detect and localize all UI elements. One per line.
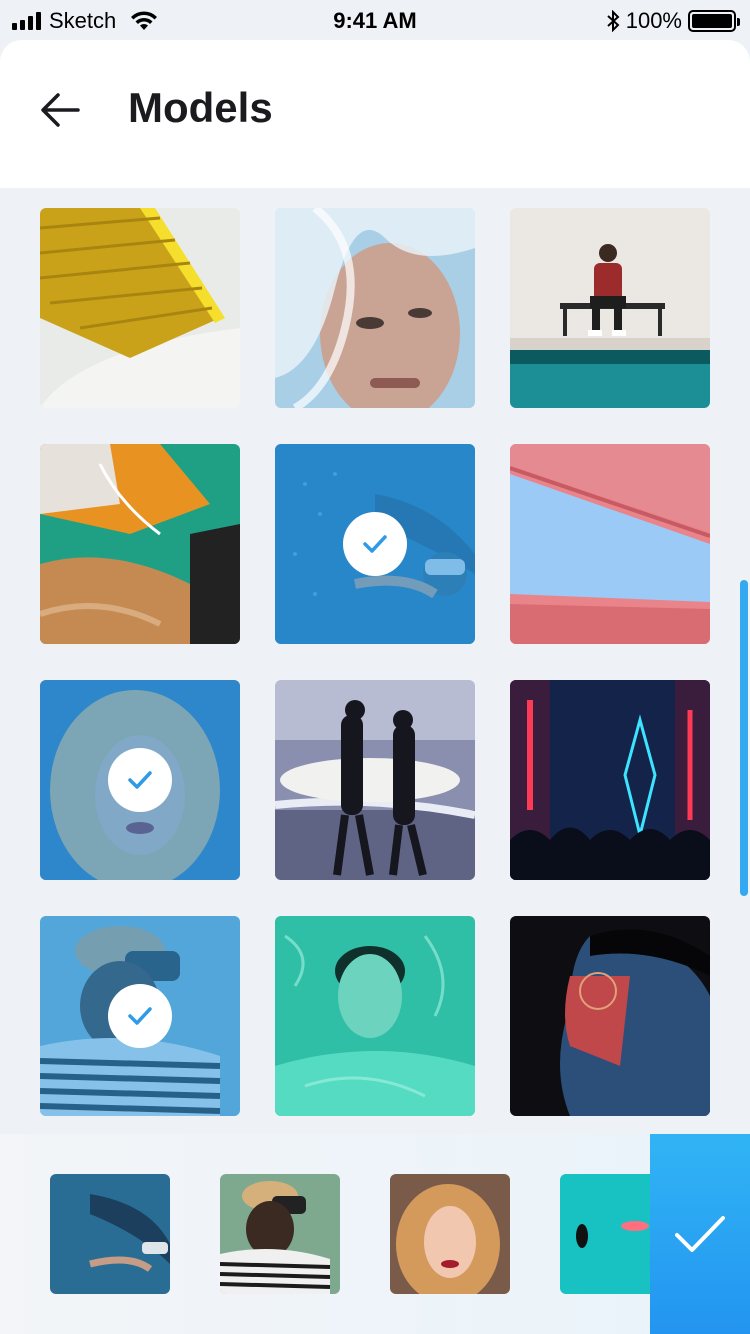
image-woman-vr-headset-thumb — [220, 1174, 340, 1294]
tile-man-water-reflection[interactable] — [275, 916, 475, 1116]
tile-surfers-beach[interactable] — [275, 680, 475, 880]
tile-swimmer-orange-suit[interactable] — [40, 444, 240, 644]
scrollbar[interactable] — [740, 580, 748, 896]
tray-thumb-blonde-woman[interactable] — [390, 1174, 510, 1294]
header: Models — [0, 40, 750, 188]
battery-percent: 100% — [625, 8, 682, 33]
image-pink-wall-sky — [510, 444, 710, 644]
bluetooth-icon — [607, 10, 620, 32]
tile-man-on-bench-pool[interactable] — [510, 208, 710, 408]
tray-thumb-woman-vr-headset[interactable] — [220, 1174, 340, 1294]
tile-underwater-veil-face[interactable] — [275, 208, 475, 408]
confirm-button[interactable] — [650, 1134, 750, 1334]
status-right: 100% — [606, 8, 740, 34]
selected-check-badge — [108, 984, 172, 1048]
tile-blonde-woman[interactable] — [40, 680, 240, 880]
status-bar: Sketch 9:41 AM 100% — [0, 0, 750, 40]
selected-check-badge — [108, 748, 172, 812]
tile-underwater-diver[interactable] — [275, 444, 475, 644]
image-man-on-bench-pool — [510, 208, 710, 408]
image-surfers-beach — [275, 680, 475, 880]
image-man-red-light-glasses — [510, 916, 710, 1116]
checkmark-icon — [363, 535, 387, 553]
image-man-water-reflection — [275, 916, 475, 1116]
tile-yellow-stairs[interactable] — [40, 208, 240, 408]
image-neon-concert — [510, 680, 710, 880]
checkmark-icon — [128, 1007, 152, 1025]
image-underwater-veil-face — [275, 208, 475, 408]
image-blonde-woman-thumb — [390, 1174, 510, 1294]
tray-thumb-underwater-diver[interactable] — [50, 1174, 170, 1294]
page-title: Models — [128, 84, 273, 131]
battery-icon — [688, 10, 740, 32]
checkmark-icon — [128, 771, 152, 789]
selected-check-badge — [343, 512, 407, 576]
image-swimmer-orange-suit — [40, 444, 240, 644]
tile-neon-concert[interactable] — [510, 680, 710, 880]
checkmark-icon — [675, 1216, 725, 1252]
back-button[interactable] — [36, 86, 84, 134]
image-yellow-stairs — [40, 208, 240, 408]
selected-tray — [0, 1134, 750, 1334]
arrow-left-icon — [41, 93, 80, 127]
image-underwater-diver-thumb — [50, 1174, 170, 1294]
tile-man-red-light-glasses[interactable] — [510, 916, 710, 1116]
tile-pink-wall-sky[interactable] — [510, 444, 710, 644]
tile-woman-vr-headset[interactable] — [40, 916, 240, 1116]
